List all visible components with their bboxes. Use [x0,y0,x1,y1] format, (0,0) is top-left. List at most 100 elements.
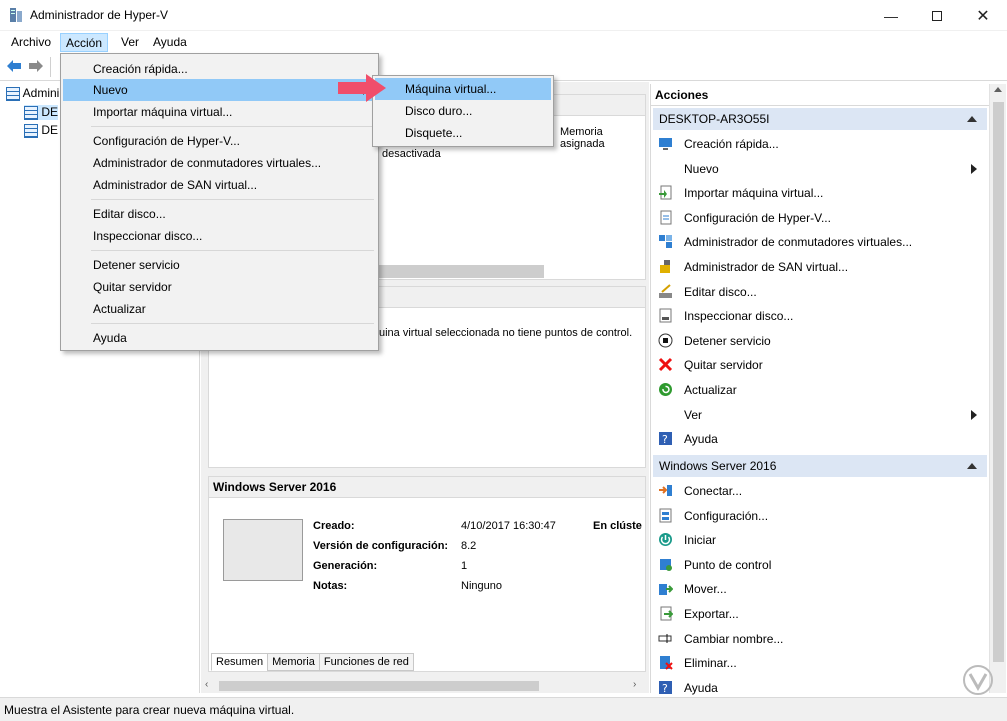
action-actualizar[interactable]: Actualizar [655,378,985,402]
edit-disk-icon [659,283,672,298]
menu-item-maquina-virtual[interactable]: Máquina virtual... [375,78,551,100]
action-creación-rápida[interactable]: Creación rápida... [655,132,985,156]
action-ayuda[interactable]: ? Ayuda [655,427,985,451]
rename-icon [658,633,672,643]
action-label: Nuevo [684,161,719,176]
scroll-right-icon[interactable]: › [633,679,636,690]
refresh-icon [659,383,672,396]
menu-ver[interactable]: Ver [116,33,144,52]
vm-action-exportar[interactable]: Exportar... [655,602,985,626]
config-icon [659,508,672,523]
vm-action-eliminar[interactable]: Eliminar... [655,651,985,675]
menu-archivo[interactable]: Archivo [6,33,56,52]
submenu-arrow-icon [971,409,977,420]
vm-action-mover[interactable]: Mover... [655,577,985,601]
svg-text:?: ? [662,433,668,446]
tab-funciones-de-red[interactable]: Funciones de red [318,653,414,671]
vm-action-configuración[interactable]: Configuración... [655,504,985,528]
menu-separator [91,126,374,127]
action-label: Administrador de conmutadores virtuales.… [684,235,913,250]
menu-item-nuevo[interactable]: Nuevo [63,79,376,101]
action-inspeccionar-disco[interactable]: Inspeccionar disco... [655,304,985,328]
action-label: Configuración de Hyper-V... [684,210,831,225]
action-ver[interactable]: Ver [655,403,985,427]
host-section-header[interactable]: DESKTOP-AR3O55I [653,108,987,130]
scroll-thumb[interactable] [993,102,1004,662]
details-panel: Windows Server 2016 Creado: 4/10/2017 16… [208,476,646,672]
collapse-icon[interactable] [967,116,977,122]
tree-server-1[interactable]: DE [24,105,59,120]
tree-root[interactable]: Admini [6,86,59,101]
vm-action-cambiar-nombre[interactable]: Cambiar nombre... [655,627,985,651]
vm-action-iniciar[interactable]: Iniciar [655,528,985,552]
vm-action-punto-de-control[interactable]: Punto de control [655,553,985,577]
action-label: Quitar servidor [684,358,763,373]
menu-item-disco-duro[interactable]: Disco duro... [375,100,551,122]
scroll-up-icon[interactable] [994,87,1002,92]
start-icon [659,533,672,547]
action-detener-servicio[interactable]: Detener servicio [655,329,985,353]
status-text: Muestra el Asistente para crear nueva má… [4,703,295,717]
action-label: Conectar... [684,484,743,498]
action-label: Mover... [684,582,727,597]
forward-arrow-icon[interactable] [28,59,44,73]
menu-item-creacion-rapida[interactable]: Creación rápida... [63,58,376,80]
action-quitar-servidor[interactable]: Quitar servidor [655,353,985,377]
action-importar-máquina-virtual[interactable]: Importar máquina virtual... [655,181,985,205]
vm-section-header[interactable]: Windows Server 2016 [653,455,987,477]
tab-resumen[interactable]: Resumen [211,653,269,671]
column-memory-assigned[interactable]: Memoria asignada [560,126,645,150]
menu-ayuda[interactable]: Ayuda [148,33,192,52]
quick-create-icon [659,138,672,150]
actions-vertical-scrollbar[interactable] [989,84,1006,693]
action-label: Exportar... [684,607,739,621]
field-value: 8.2 [461,540,477,552]
menu-item-configuracion-hyperv[interactable]: Configuración de Hyper-V... [63,130,376,152]
maximize-button[interactable] [914,0,960,31]
minimize-button[interactable]: — [868,0,914,31]
center-horizontal-scrollbar[interactable]: ‹ › [201,679,649,693]
toolbar-separator [50,57,51,77]
menu-item-editar-disco[interactable]: Editar disco... [63,203,376,225]
connect-icon [659,485,672,496]
menu-separator [91,250,374,251]
menu-item-quitar-servidor[interactable]: Quitar servidor [63,276,376,298]
action-label: Inspeccionar disco... [684,309,794,324]
settings-doc-icon [660,210,672,225]
action-label: Iniciar [684,533,717,548]
scroll-left-icon[interactable]: ‹ [205,679,208,690]
tree-server-2[interactable]: DE [24,123,58,138]
scroll-thumb[interactable] [219,681,539,691]
menu-item-ayuda[interactable]: Ayuda [63,327,376,349]
menu-item-importar[interactable]: Importar máquina virtual... [63,101,376,123]
menu-item-detener-servicio[interactable]: Detener servicio [63,254,376,276]
menu-item-admin-conmutadores[interactable]: Administrador de conmutadores virtuales.… [63,152,376,174]
menu-item-disquete[interactable]: Disquete... [375,122,551,144]
action-label: Eliminar... [684,656,737,671]
action-editar-disco[interactable]: Editar disco... [655,280,985,304]
action-administrador-de-conmutadores-virtuales[interactable]: Administrador de conmutadores virtuales.… [655,230,985,254]
horizontal-scrollbar[interactable] [379,265,544,278]
field-label: Versión de configuración: [313,540,449,552]
title-bar: Administrador de Hyper-V — ✕ [0,0,1007,31]
back-arrow-icon[interactable] [6,59,22,73]
details-tabs: Resumen Memoria Funciones de red [211,653,414,671]
tree-server-label: DE [41,105,59,119]
tab-memoria[interactable]: Memoria [267,653,320,671]
menu-item-admin-san[interactable]: Administrador de SAN virtual... [63,174,376,196]
move-icon [659,584,673,596]
close-button[interactable]: ✕ [960,0,1006,31]
hyperv-app-icon [10,8,22,22]
menu-item-actualizar[interactable]: Actualizar [63,298,376,320]
action-label: Punto de control [684,557,772,572]
action-configuración-de-hyper-v[interactable]: Configuración de Hyper-V... [655,206,985,230]
menu-accion[interactable]: Acción [60,33,109,52]
collapse-icon[interactable] [967,463,977,469]
action-administrador-de-san-virtual[interactable]: Administrador de SAN virtual... [655,255,985,279]
vm-thumbnail [223,519,303,581]
actions-header: Acciones [651,84,989,106]
action-nuevo[interactable]: Nuevo [655,157,985,181]
vm-action-conectar[interactable]: Conectar... [655,479,985,503]
menu-item-inspeccionar-disco[interactable]: Inspeccionar disco... [63,225,376,247]
highlight-arrow-icon [338,74,386,102]
